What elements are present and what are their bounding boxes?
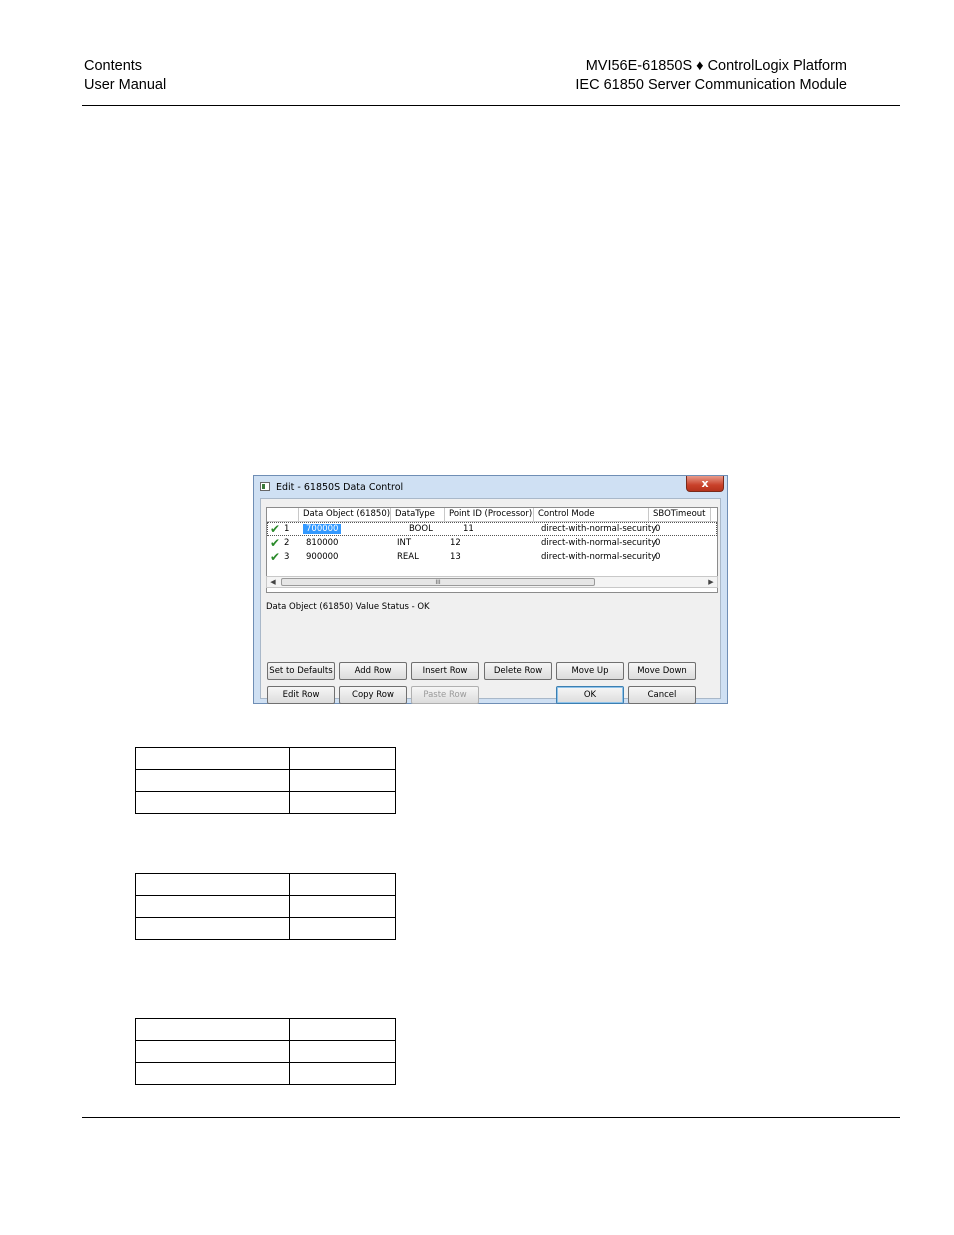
app-icon — [260, 482, 270, 491]
header-cell-corner — [267, 508, 299, 521]
move-down-button[interactable]: Move Down — [628, 662, 696, 680]
header-left: Contents User Manual — [84, 57, 166, 95]
move-up-button[interactable]: Move Up — [556, 662, 624, 680]
sbo-timeout-cell[interactable]: 0 — [651, 522, 660, 536]
sbo-timeout-cell[interactable]: 0 — [651, 536, 660, 550]
table-cell — [289, 917, 396, 940]
table-cell — [135, 895, 290, 918]
row-number: 1 — [284, 524, 290, 534]
close-icon: x — [701, 477, 709, 490]
checkmark-icon: ✔ — [270, 536, 281, 550]
scrollbar-thumb[interactable]: III — [281, 578, 595, 586]
table-row — [135, 1040, 396, 1063]
table-cell — [289, 1018, 396, 1041]
scroll-left-icon[interactable]: ◀ — [267, 577, 279, 587]
point-id-cell[interactable]: 12 — [446, 536, 461, 550]
edit-row-button[interactable]: Edit Row — [267, 686, 335, 704]
control-mode-cell[interactable]: direct-with-normal-security — [537, 522, 656, 536]
control-mode-cell[interactable]: direct-with-normal-security — [537, 536, 656, 550]
table-cell — [135, 917, 290, 940]
cancel-button[interactable]: Cancel — [628, 686, 696, 704]
point-id-cell[interactable]: 11 — [459, 522, 474, 536]
table-1 — [135, 747, 396, 814]
paste-row-button[interactable]: Paste Row — [411, 686, 479, 704]
header-section: Contents — [84, 58, 143, 74]
column-header-point-id[interactable]: Point ID (Processor) — [445, 508, 534, 521]
header-right: MVI56E-61850S ♦ ControlLogix Platform IE… — [575, 57, 847, 95]
header-rule — [82, 105, 900, 106]
grid-header: Data Object (61850) DataType Point ID (P… — [267, 508, 717, 522]
checkmark-icon: ✔ — [270, 550, 281, 564]
table-row[interactable]: ✔ 3 900000 REAL 13 direct-with-normal-se… — [267, 550, 717, 564]
table-row — [135, 769, 396, 792]
table-row — [135, 747, 396, 770]
add-row-button[interactable]: Add Row — [339, 662, 407, 680]
table-cell — [289, 769, 396, 792]
table-cell — [135, 873, 290, 896]
table-row — [135, 895, 396, 918]
column-header-data-object[interactable]: Data Object (61850) — [299, 508, 391, 521]
table-cell — [135, 1040, 290, 1063]
table-row[interactable]: ✔ 1 700000 BOOL 11 direct-with-normal-se… — [267, 522, 717, 536]
row-number: 2 — [284, 538, 290, 548]
dialog-titlebar[interactable]: Edit - 61850S Data Control x — [254, 476, 727, 498]
table-cell — [289, 1040, 396, 1063]
ok-button[interactable]: OK — [556, 686, 624, 704]
column-header-sbotimeout[interactable]: SBOTimeout — [649, 508, 711, 521]
datatype-cell[interactable]: REAL — [393, 550, 419, 564]
copy-row-button[interactable]: Copy Row — [339, 686, 407, 704]
table-cell — [289, 747, 396, 770]
table-row[interactable]: ✔ 2 810000 INT 12 direct-with-normal-sec… — [267, 536, 717, 550]
data-object-cell[interactable]: 700000 — [303, 524, 342, 534]
data-object-cell[interactable]: 900000 — [302, 550, 338, 564]
scroll-right-icon[interactable]: ▶ — [705, 577, 717, 587]
header-module: IEC 61850 Server Communication Module — [575, 77, 847, 93]
table-cell — [289, 1062, 396, 1085]
edit-dialog: Edit - 61850S Data Control x Data Object… — [253, 475, 728, 704]
column-header-datatype[interactable]: DataType — [391, 508, 445, 521]
close-button[interactable]: x — [686, 476, 724, 492]
datatype-cell[interactable]: INT — [393, 536, 411, 550]
table-row — [135, 873, 396, 896]
table-row — [135, 917, 396, 940]
table-cell — [289, 873, 396, 896]
point-id-cell[interactable]: 13 — [446, 550, 461, 564]
table-cell — [289, 895, 396, 918]
footer-rule — [82, 1117, 900, 1118]
header-product: MVI56E-61850S ♦ ControlLogix Platform — [585, 58, 847, 74]
delete-row-button[interactable]: Delete Row — [484, 662, 552, 680]
table-row — [135, 1018, 396, 1041]
table-cell — [289, 791, 396, 814]
table-cell — [135, 1018, 290, 1041]
row-number: 3 — [284, 552, 290, 562]
table-row — [135, 791, 396, 814]
checkmark-icon: ✔ — [270, 522, 281, 536]
table-2 — [135, 873, 396, 940]
status-text: Data Object (61850) Value Status - OK — [266, 602, 430, 612]
header-doc-type: User Manual — [84, 77, 167, 93]
insert-row-button[interactable]: Insert Row — [411, 662, 479, 680]
horizontal-scrollbar[interactable]: ◀ III ▶ — [266, 576, 718, 588]
table-cell — [135, 747, 290, 770]
table-row — [135, 1062, 396, 1085]
table-cell — [135, 1062, 290, 1085]
table-cell — [135, 791, 290, 814]
set-to-defaults-button[interactable]: Set to Defaults — [267, 662, 335, 680]
datatype-cell[interactable]: BOOL — [405, 522, 433, 536]
dialog-client-area: Data Object (61850) DataType Point ID (P… — [260, 498, 721, 704]
dialog-title: Edit - 61850S Data Control — [276, 482, 404, 493]
sbo-timeout-cell[interactable]: 0 — [651, 550, 660, 564]
control-mode-cell[interactable]: direct-with-normal-security — [537, 550, 656, 564]
table-3 — [135, 1018, 396, 1085]
table-cell — [135, 769, 290, 792]
column-header-control-mode[interactable]: Control Mode — [534, 508, 649, 521]
data-object-cell[interactable]: 810000 — [302, 536, 338, 550]
